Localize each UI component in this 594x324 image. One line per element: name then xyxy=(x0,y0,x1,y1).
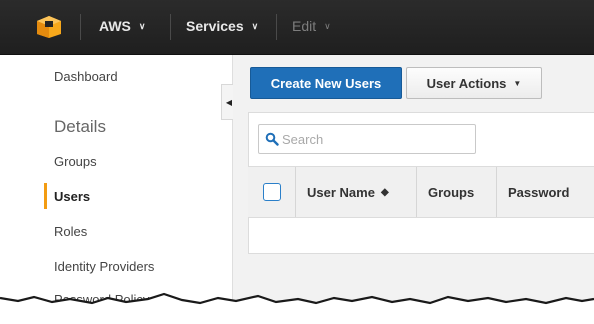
create-new-users-button[interactable]: Create New Users xyxy=(250,67,402,99)
column-label-password: Password xyxy=(508,184,570,200)
chevron-down-icon: ∨ xyxy=(324,20,331,31)
active-indicator xyxy=(44,183,47,209)
torn-edge-decoration xyxy=(0,292,594,324)
nav-divider xyxy=(80,14,81,40)
aws-cube-icon[interactable] xyxy=(36,15,62,39)
sidebar-item-groups[interactable]: Groups xyxy=(54,154,97,169)
search-input[interactable] xyxy=(279,131,462,147)
column-header-password[interactable]: Password xyxy=(497,167,594,217)
search-icon xyxy=(265,132,279,146)
sidebar-item-roles[interactable]: Roles xyxy=(54,224,87,239)
column-header-groups[interactable]: Groups xyxy=(417,167,497,217)
services-menu[interactable]: Services ∨ xyxy=(186,18,258,34)
edit-menu-label: Edit xyxy=(292,18,317,34)
top-nav-bar: AWS ∨ Services ∨ Edit ∨ xyxy=(0,0,594,55)
nav-divider xyxy=(276,14,277,40)
search-box[interactable] xyxy=(258,124,476,154)
chevron-left-icon: ◀ xyxy=(225,97,233,107)
user-actions-dropdown[interactable]: User Actions ▼ xyxy=(406,67,542,99)
services-menu-label: Services xyxy=(186,18,244,34)
caret-down-icon: ▼ xyxy=(513,78,522,88)
table-header: User Name ◆ Groups Password xyxy=(248,166,594,218)
chevron-down-icon: ∨ xyxy=(138,20,146,31)
sidebar-item-users[interactable]: Users xyxy=(54,189,90,204)
user-actions-label: User Actions xyxy=(426,75,507,91)
sidebar-heading-details: Details xyxy=(54,117,106,136)
select-all-cell xyxy=(248,167,296,217)
column-label-groups: Groups xyxy=(428,184,475,200)
column-label-user-name: User Name xyxy=(307,184,375,200)
chevron-down-icon: ∨ xyxy=(251,20,259,31)
edit-menu[interactable]: Edit ∨ xyxy=(292,18,331,34)
nav-divider xyxy=(170,14,171,40)
sidebar-item-identity-providers[interactable]: Identity Providers xyxy=(54,259,154,274)
sort-icon: ◆ xyxy=(380,186,389,198)
aws-menu-label: AWS xyxy=(99,18,131,34)
select-all-checkbox[interactable] xyxy=(263,183,281,201)
aws-menu[interactable]: AWS ∨ xyxy=(99,18,145,34)
sidebar-item-dashboard[interactable]: Dashboard xyxy=(54,69,118,84)
column-header-user-name[interactable]: User Name ◆ xyxy=(296,167,417,217)
